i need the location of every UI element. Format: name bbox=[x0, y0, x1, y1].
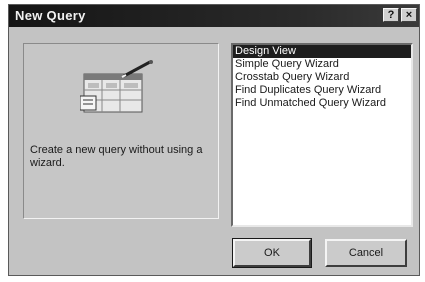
help-button[interactable]: ? bbox=[383, 8, 399, 22]
query-type-list[interactable]: Design View Simple Query Wizard Crosstab… bbox=[231, 43, 413, 227]
new-query-dialog: New Query ? × Create a new query without… bbox=[8, 4, 420, 276]
dialog-title: New Query bbox=[15, 8, 86, 23]
list-item-find-unmatched-query-wizard[interactable]: Find Unmatched Query Wizard bbox=[233, 97, 411, 110]
ok-button[interactable]: OK bbox=[232, 238, 312, 268]
cancel-button[interactable]: Cancel bbox=[325, 239, 407, 267]
list-item-design-view[interactable]: Design View bbox=[233, 45, 411, 58]
list-item-find-duplicates-query-wizard[interactable]: Find Duplicates Query Wizard bbox=[233, 84, 411, 97]
query-description: Create a new query without using a wizar… bbox=[30, 144, 203, 169]
preview-panel: Create a new query without using a wizar… bbox=[23, 43, 219, 219]
title-bar[interactable]: New Query ? × bbox=[9, 5, 419, 27]
close-button[interactable]: × bbox=[401, 8, 417, 22]
list-item-crosstab-query-wizard[interactable]: Crosstab Query Wizard bbox=[233, 71, 411, 84]
list-item-simple-query-wizard[interactable]: Simple Query Wizard bbox=[233, 58, 411, 71]
query-design-wizard-icon bbox=[79, 60, 156, 118]
